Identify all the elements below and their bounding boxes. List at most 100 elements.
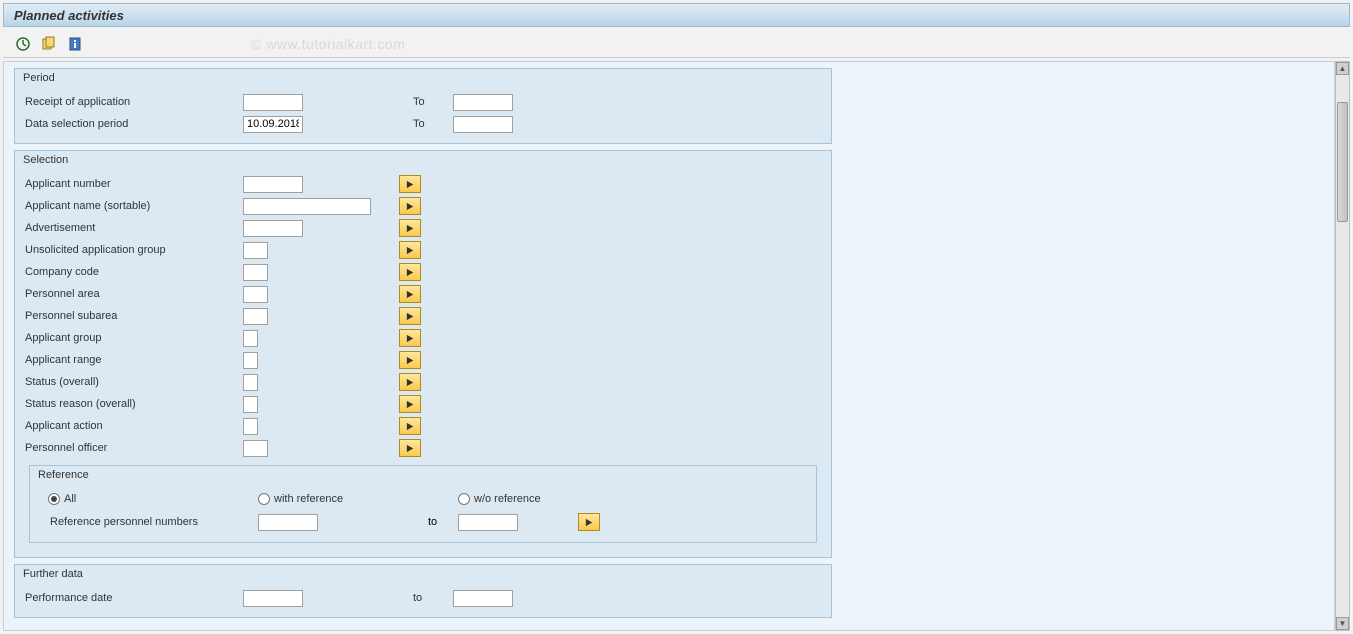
ref-pers-row: Reference personnel numbers to xyxy=(38,510,808,534)
ref-pers-multi-icon[interactable] xyxy=(578,513,600,531)
datasel-row: Data selection period To xyxy=(23,113,823,135)
ref-pers-label: Reference personnel numbers xyxy=(48,516,258,528)
page-title: Planned activities xyxy=(14,8,124,23)
ref-pers-from-input[interactable] xyxy=(258,514,318,531)
ref-pers-to-label: to xyxy=(428,516,437,528)
selection-label: Personnel officer xyxy=(23,442,243,454)
multi-select-icon[interactable] xyxy=(399,439,421,457)
perf-to-input[interactable] xyxy=(453,590,513,607)
datasel-to-label: To xyxy=(413,118,425,130)
multi-select-icon[interactable] xyxy=(399,197,421,215)
radio-all-label: All xyxy=(64,493,76,505)
multi-select-icon[interactable] xyxy=(399,373,421,391)
selection-row: Company code xyxy=(23,261,823,283)
radio-with-label: with reference xyxy=(274,493,343,505)
radio-with[interactable]: with reference xyxy=(258,493,458,505)
watermark: © www.tutorialkart.com xyxy=(251,36,405,52)
selection-label: Applicant group xyxy=(23,332,243,344)
datasel-to-input[interactable] xyxy=(453,116,513,133)
perf-label: Performance date xyxy=(23,592,243,604)
selection-input[interactable] xyxy=(243,374,258,391)
multi-select-icon[interactable] xyxy=(399,307,421,325)
perf-from-input[interactable] xyxy=(243,590,303,607)
selection-label: Status reason (overall) xyxy=(23,398,243,410)
scroll-up-icon[interactable]: ▲ xyxy=(1336,62,1349,75)
selection-label: Applicant range xyxy=(23,354,243,366)
radio-all[interactable]: All xyxy=(48,493,258,505)
multi-select-icon[interactable] xyxy=(399,263,421,281)
execute-icon[interactable] xyxy=(13,34,33,54)
selection-input[interactable] xyxy=(243,220,303,237)
radio-with-circle xyxy=(258,493,270,505)
period-title: Period xyxy=(15,69,831,87)
selection-input[interactable] xyxy=(243,286,268,303)
reference-group: Reference All with reference xyxy=(29,465,817,543)
receipt-from-input[interactable] xyxy=(243,94,303,111)
selection-input[interactable] xyxy=(243,198,371,215)
further-title: Further data xyxy=(15,565,831,583)
selection-input[interactable] xyxy=(243,440,268,457)
further-group: Further data Performance date to xyxy=(14,564,832,618)
selection-row: Status reason (overall) xyxy=(23,393,823,415)
selection-row: Personnel area xyxy=(23,283,823,305)
receipt-to-label: To xyxy=(413,96,425,108)
selection-title: Selection xyxy=(15,151,831,169)
toolbar: © www.tutorialkart.com xyxy=(3,30,1350,58)
vertical-scrollbar[interactable]: ▲ ▼ xyxy=(1335,61,1350,631)
title-bar: Planned activities xyxy=(3,3,1350,27)
selection-row: Unsolicited application group xyxy=(23,239,823,261)
selection-label: Personnel area xyxy=(23,288,243,300)
selection-label: Personnel subarea xyxy=(23,310,243,322)
selection-row: Applicant name (sortable) xyxy=(23,195,823,217)
multi-select-icon[interactable] xyxy=(399,219,421,237)
selection-input[interactable] xyxy=(243,330,258,347)
scroll-thumb[interactable] xyxy=(1337,102,1348,222)
selection-label: Status (overall) xyxy=(23,376,243,388)
radio-all-circle xyxy=(48,493,60,505)
multi-select-icon[interactable] xyxy=(399,285,421,303)
multi-select-icon[interactable] xyxy=(399,351,421,369)
reference-radio-row: All with reference w/o reference xyxy=(38,488,808,510)
selection-input[interactable] xyxy=(243,396,258,413)
selection-row: Personnel subarea xyxy=(23,305,823,327)
multi-select-icon[interactable] xyxy=(399,395,421,413)
ref-pers-to-input[interactable] xyxy=(458,514,518,531)
multi-select-icon[interactable] xyxy=(399,175,421,193)
receipt-row: Receipt of application To xyxy=(23,91,823,113)
get-variant-icon[interactable] xyxy=(39,34,59,54)
selection-label: Company code xyxy=(23,266,243,278)
datasel-from-input[interactable] xyxy=(243,116,303,133)
radio-wo-circle xyxy=(458,493,470,505)
info-icon[interactable] xyxy=(65,34,85,54)
selection-row: Applicant action xyxy=(23,415,823,437)
selection-row: Advertisement xyxy=(23,217,823,239)
perf-to-label: to xyxy=(413,592,422,604)
radio-wo-label: w/o reference xyxy=(474,493,541,505)
selection-input[interactable] xyxy=(243,308,268,325)
selection-row: Personnel officer xyxy=(23,437,823,459)
selection-input[interactable] xyxy=(243,176,303,193)
content-area: Period Receipt of application To Data se… xyxy=(3,61,1335,631)
selection-row: Status (overall) xyxy=(23,371,823,393)
scroll-down-icon[interactable]: ▼ xyxy=(1336,617,1349,630)
selection-input[interactable] xyxy=(243,418,258,435)
perf-row: Performance date to xyxy=(23,587,823,609)
reference-title: Reference xyxy=(30,466,816,484)
selection-input[interactable] xyxy=(243,242,268,259)
selection-input[interactable] xyxy=(243,352,258,369)
selection-label: Applicant number xyxy=(23,178,243,190)
multi-select-icon[interactable] xyxy=(399,241,421,259)
selection-row: Applicant range xyxy=(23,349,823,371)
multi-select-icon[interactable] xyxy=(399,417,421,435)
selection-input[interactable] xyxy=(243,264,268,281)
selection-label: Applicant name (sortable) xyxy=(23,200,243,212)
selection-label: Applicant action xyxy=(23,420,243,432)
period-group: Period Receipt of application To Data se… xyxy=(14,68,832,144)
selection-row: Applicant number xyxy=(23,173,823,195)
selection-group: Selection Applicant number Applicant name… xyxy=(14,150,832,558)
receipt-label: Receipt of application xyxy=(23,96,243,108)
selection-label: Unsolicited application group xyxy=(23,244,243,256)
multi-select-icon[interactable] xyxy=(399,329,421,347)
receipt-to-input[interactable] xyxy=(453,94,513,111)
radio-wo[interactable]: w/o reference xyxy=(458,493,608,505)
